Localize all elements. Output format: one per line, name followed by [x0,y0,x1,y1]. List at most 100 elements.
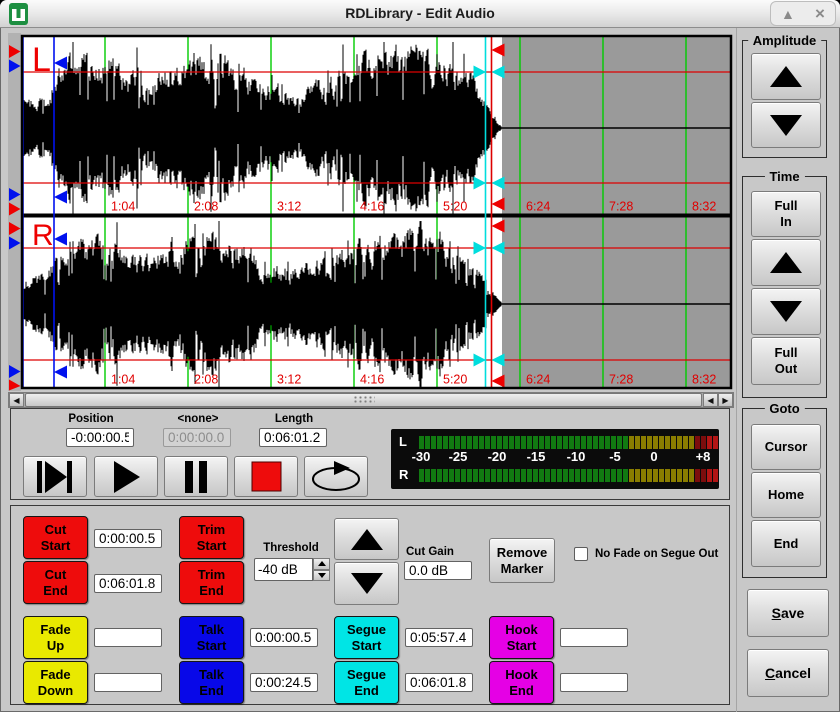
marker-readout-field [163,428,231,447]
remove-marker-button[interactable]: Remove Marker [489,538,555,583]
position-field[interactable] [66,428,134,447]
hook-start-field[interactable] [560,628,628,647]
goto-cursor-button[interactable]: Cursor [751,424,821,470]
meter-scale-tick: -20 [488,449,507,464]
trim-end-button[interactable]: Trim End [179,561,244,604]
gain-down-button[interactable] [334,562,399,605]
cut-gain-label: Cut Gain [406,546,476,558]
scroll-left-button[interactable]: ◀ [9,393,24,407]
meter-scale-tick: +8 [696,449,711,464]
down-arrow-icon [318,573,326,578]
goto-end-button[interactable]: End [751,520,821,567]
waveform-scrollbar[interactable]: ◀ ◀ ▶ [8,392,734,408]
goto-group: Goto Cursor Home End [742,408,827,578]
no-fade-label: No Fade on Segue Out [595,548,718,560]
talk-end-button[interactable]: Talk End [179,661,244,704]
scroll-left-button[interactable]: ◀ [703,393,718,407]
svg-text:7:28: 7:28 [609,373,633,387]
svg-text:6:24: 6:24 [526,373,550,387]
segue-start-field[interactable] [405,628,473,647]
play-from-cursor-button[interactable] [23,456,87,497]
marker-panel: Cut Start Cut End Trim Start Trim End Th… [10,505,730,705]
loop-button[interactable] [304,456,368,497]
titlebar[interactable]: RDLibrary - Edit Audio ▲ × [0,0,840,28]
down-arrow-icon [770,301,802,322]
meter-scale-tick: -15 [527,449,546,464]
channel-divider [21,214,732,218]
up-arrow-icon [351,529,383,550]
scrollbar-grip-icon [353,396,375,405]
gain-up-button[interactable] [334,518,399,560]
cut-start-button[interactable]: Cut Start [23,516,88,559]
right-channel-label: R [32,219,54,252]
full-out-button[interactable]: Full Out [751,337,821,385]
svg-text:5:20: 5:20 [443,200,467,214]
threshold-field[interactable] [254,558,313,581]
goto-home-button[interactable]: Home [751,472,821,518]
segue-end-button[interactable]: Segue End [334,661,399,704]
amplitude-down-button[interactable] [751,102,821,148]
zoom-in-time-button[interactable] [751,239,821,286]
goto-group-label: Goto [764,401,804,416]
up-arrow-icon [318,561,326,566]
meter-scale-tick: 0 [650,449,657,464]
cut-end-field[interactable] [94,574,162,593]
meter-scale-tick: -30 [412,449,431,464]
shade-window-button[interactable]: ▲ [781,7,795,21]
cut-gain-field[interactable] [404,561,472,580]
cut-start-field[interactable] [94,529,162,548]
hook-end-button[interactable]: Hook End [489,661,554,704]
meter-scale-tick: -10 [567,449,586,464]
play-button[interactable] [94,456,158,497]
segue-start-button[interactable]: Segue Start [334,616,399,659]
cut-end-button[interactable]: Cut End [23,561,88,604]
talk-start-button[interactable]: Talk Start [179,616,244,659]
length-field[interactable] [259,428,327,447]
length-label: Length [259,413,329,425]
pause-button[interactable] [164,456,228,497]
stop-icon [246,459,286,495]
zoom-out-time-button[interactable] [751,288,821,335]
window-controls: ▲ × [770,1,836,26]
threshold-spinbox[interactable] [254,558,330,581]
no-fade-checkbox[interactable] [574,547,588,561]
pause-icon [176,459,216,495]
window-title: RDLibrary - Edit Audio [0,5,840,21]
save-button[interactable]: Save [747,589,829,637]
fade-up-button[interactable]: Fade Up [23,616,88,659]
audio-level-meter: L -30 -25 -20 -15 -10 -5 0 +8 R [391,429,719,489]
scroll-right-button[interactable]: ▶ [718,393,733,407]
svg-text:4:16: 4:16 [360,373,384,387]
hook-start-button[interactable]: Hook Start [489,616,554,659]
close-window-button[interactable]: × [815,5,825,22]
spin-up-button[interactable] [313,558,330,570]
left-channel-label: L [32,41,51,79]
talk-end-field[interactable] [250,673,318,692]
svg-text:2:08: 2:08 [194,200,218,214]
hook-end-field[interactable] [560,673,628,692]
waveform-widget[interactable]: 1:04 2:08 3:12 4:16 5:20 6:24 7:28 8:32 … [8,33,734,391]
spin-down-button[interactable] [313,570,330,582]
time-group: Time Full In Full Out [742,176,827,398]
segue-end-field[interactable] [405,673,473,692]
fade-up-field[interactable] [94,628,162,647]
threshold-spin-buttons [313,558,330,581]
trim-start-button[interactable]: Trim Start [179,516,244,559]
scrollbar-thumb[interactable] [25,393,702,407]
marker-readout-label: <none> [163,413,233,425]
meter-right-bar [419,469,719,482]
time-group-label: Time [764,169,804,184]
cancel-button[interactable]: Cancel [747,649,829,697]
talk-start-field[interactable] [250,628,318,647]
up-arrow-icon [770,66,802,87]
down-arrow-icon [351,573,383,594]
stop-button[interactable] [234,456,298,497]
fade-down-field[interactable] [94,673,162,692]
waveform-display: 1:04 2:08 3:12 4:16 5:20 6:24 7:28 8:32 … [8,33,734,391]
loop-icon [309,460,363,494]
fade-down-button[interactable]: Fade Down [23,661,88,704]
full-in-button[interactable]: Full In [751,191,821,237]
svg-text:1:04: 1:04 [111,373,135,387]
amplitude-up-button[interactable] [751,53,821,100]
svg-text:8:32: 8:32 [692,373,716,387]
